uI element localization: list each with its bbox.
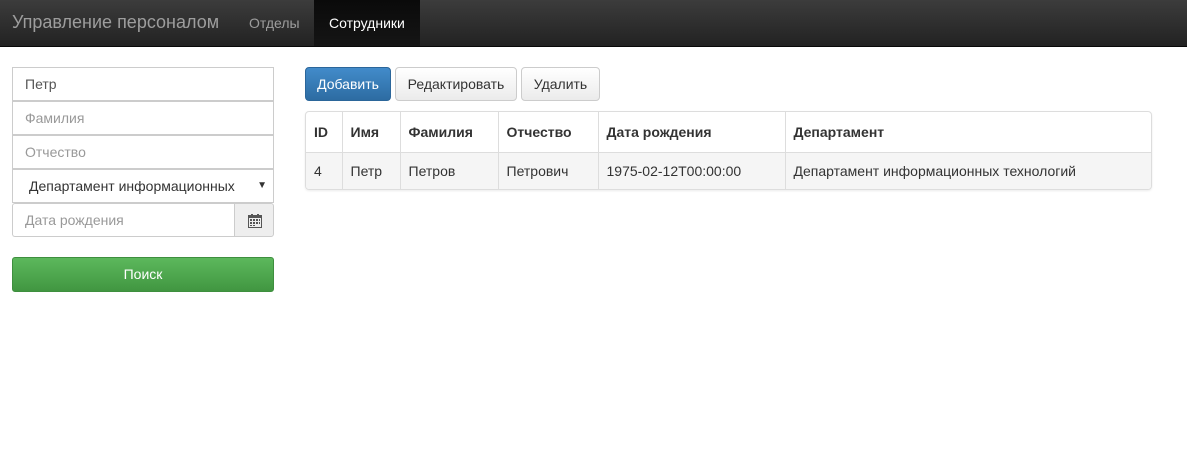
department-select-value: Департамент информационных	[29, 178, 235, 194]
employees-table: ID Имя Фамилия Отчество Дата рождения Де…	[305, 111, 1152, 190]
calendar-icon	[248, 214, 262, 228]
search-button[interactable]: Поиск	[12, 257, 274, 292]
column-header-id[interactable]: ID	[306, 112, 343, 153]
table-row[interactable]: 4 Петр Петров Петрович 1975-02-12T00:00:…	[306, 152, 1151, 189]
date-picker-button[interactable]	[234, 203, 274, 237]
cell-id: 4	[306, 152, 343, 189]
column-header-last-name[interactable]: Фамилия	[400, 112, 499, 153]
cell-first-name: Петр	[342, 152, 401, 189]
tab-departments[interactable]: Отделы	[234, 0, 315, 46]
column-header-birth-date[interactable]: Дата рождения	[598, 112, 786, 153]
last-name-field[interactable]: Фамилия	[12, 101, 274, 135]
tab-employees[interactable]: Сотрудники	[314, 0, 420, 46]
column-header-first-name[interactable]: Имя	[342, 112, 401, 153]
cell-department: Департамент информационных технологий	[785, 152, 1151, 189]
navbar: Управление персоналом Отделы Сотрудники	[0, 0, 1187, 47]
cell-middle-name: Петрович	[498, 152, 599, 189]
column-header-department[interactable]: Департамент	[785, 112, 1151, 153]
birth-date-field[interactable]: Дата рождения	[12, 203, 235, 237]
delete-button[interactable]: Удалить	[521, 67, 600, 101]
table-header-row: ID Имя Фамилия Отчество Дата рождения Де…	[306, 112, 1151, 153]
add-button[interactable]: Добавить	[305, 67, 391, 101]
cell-last-name: Петров	[400, 152, 499, 189]
middle-name-field[interactable]: Отчество	[12, 135, 274, 169]
dropdown-caret-icon: ▼	[257, 180, 267, 191]
first-name-field[interactable]: Петр	[12, 67, 274, 101]
app-brand[interactable]: Управление персоналом	[12, 0, 219, 46]
edit-button[interactable]: Редактировать	[395, 67, 517, 101]
cell-birth-date: 1975-02-12T00:00:00	[598, 152, 786, 189]
column-header-middle-name[interactable]: Отчество	[498, 112, 599, 153]
department-select[interactable]: Департамент информационных ▼	[12, 169, 274, 203]
birth-date-group: Дата рождения	[12, 203, 274, 237]
